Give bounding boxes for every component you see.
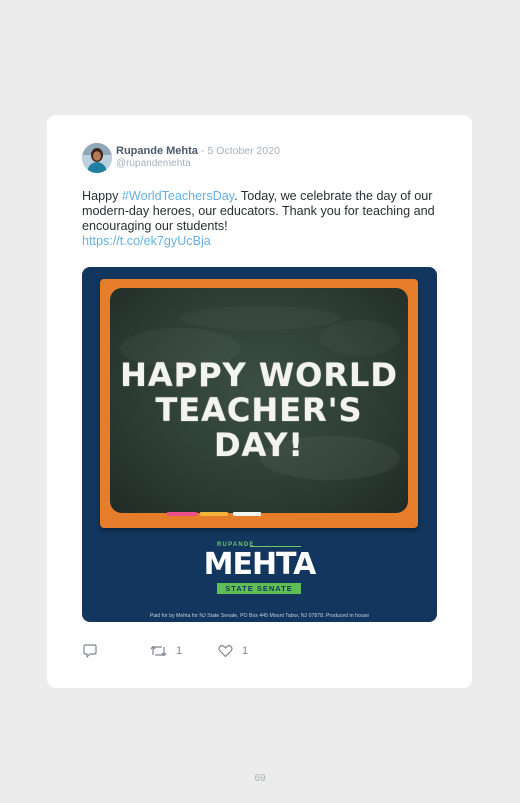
paid-for-disclaimer: Paid for by Mehta for NJ State Senate, P… — [149, 613, 370, 619]
retweet-button[interactable]: 1 — [150, 643, 182, 659]
author-name[interactable]: Rupande Mehta — [116, 145, 198, 157]
tweet-text: Happy #WorldTeachersDay. Today, we celeb… — [82, 189, 442, 249]
yellow-chalk — [200, 512, 228, 516]
retweet-icon — [150, 645, 167, 657]
hashtag-link[interactable]: #WorldTeachersDay — [122, 189, 234, 203]
chalkboard-frame: HAPPY WORLD TEACHER'S DAY! — [100, 279, 418, 528]
tweet-actions: 1 1 — [82, 643, 442, 661]
retweet-count: 1 — [176, 645, 183, 657]
reply-button[interactable] — [82, 643, 98, 659]
like-count: 1 — [242, 645, 249, 657]
chalkboard-greeting: HAPPY WORLD TEACHER'S DAY! — [110, 358, 408, 463]
tweet-media-image[interactable]: HAPPY WORLD TEACHER'S DAY! RUPANDE MEHTA… — [82, 267, 437, 622]
like-button[interactable]: 1 — [218, 643, 248, 659]
page-number: 69 — [254, 773, 266, 784]
greeting-line-1: HAPPY WORLD — [120, 356, 398, 394]
tweet-text-start: Happy — [82, 189, 122, 203]
greeting-line-3: DAY! — [213, 426, 305, 464]
logo-last-name: MEHTA — [203, 547, 317, 582]
white-chalk — [233, 512, 261, 516]
logo-badge: STATE SENATE — [217, 583, 301, 594]
separator: - — [200, 145, 205, 157]
author-handle[interactable]: @rupandemehta — [116, 158, 191, 169]
author-line: Rupande Mehta - 5 October 2020 — [116, 145, 280, 157]
avatar-image — [82, 143, 112, 173]
tweet-card: Rupande Mehta - 5 October 2020 @rupandem… — [47, 115, 472, 688]
greeting-line-2: TEACHER'S — [155, 391, 363, 429]
avatar[interactable] — [82, 143, 112, 173]
reply-icon — [83, 643, 97, 658]
tweet-url-link[interactable]: https://t.co/ek7gyUcBja — [82, 234, 211, 248]
heart-icon — [218, 645, 233, 658]
pink-chalk — [167, 512, 197, 516]
chalkboard: HAPPY WORLD TEACHER'S DAY! — [110, 288, 408, 513]
tweet-date[interactable]: 5 October 2020 — [208, 145, 280, 157]
